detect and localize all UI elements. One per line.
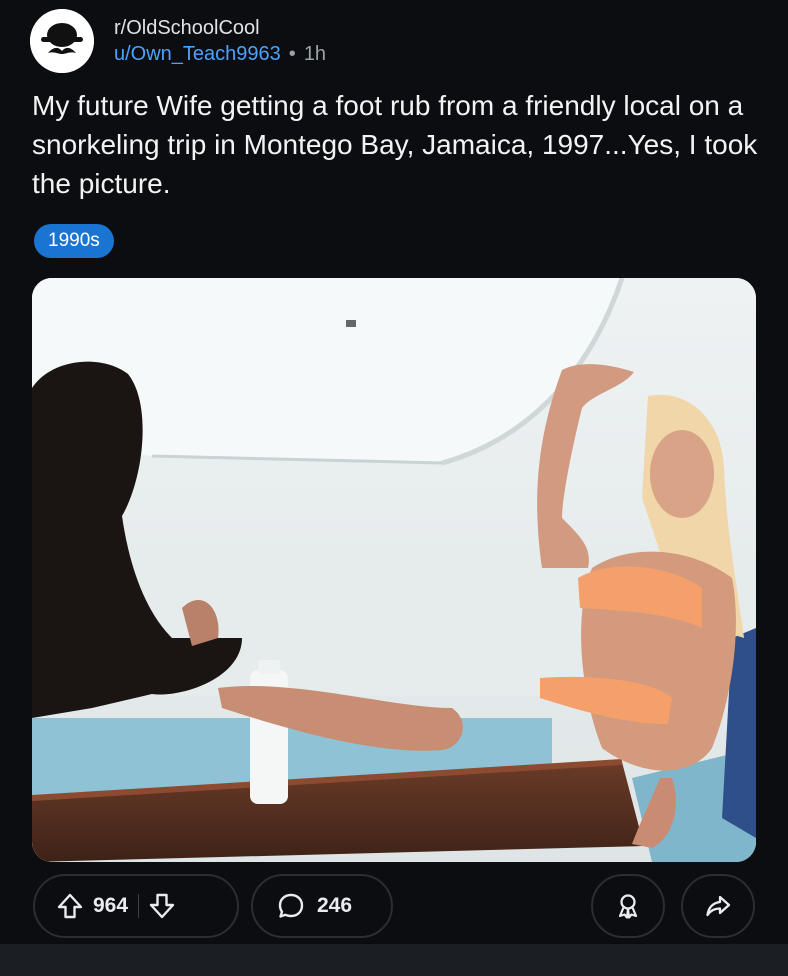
post-title[interactable]: My future Wife getting a foot rub from a… [32, 86, 762, 203]
post-age: 1h [303, 43, 327, 65]
bottom-navigation-strip [0, 944, 788, 976]
action-bar: 964 246 [33, 874, 755, 938]
subreddit-name[interactable]: r/OldSchoolCool [114, 15, 326, 41]
post-photo-illustration [32, 278, 756, 862]
author-line: u/Own_Teach9963 • 1h [114, 41, 326, 67]
post-header: r/OldSchoolCool u/Own_Teach9963 • 1h [30, 8, 770, 74]
subreddit-avatar[interactable] [30, 9, 94, 73]
vote-pill: 964 [33, 874, 239, 938]
award-icon [614, 892, 642, 920]
share-arrow-icon [704, 892, 732, 920]
award-button[interactable] [591, 874, 665, 938]
bowler-hat-mustache-icon [30, 9, 94, 73]
upvote-count: 964 [93, 894, 129, 917]
post-meta: r/OldSchoolCool u/Own_Teach9963 • 1h [114, 15, 326, 67]
arrow-up-icon[interactable] [57, 892, 83, 920]
vote-divider [138, 894, 140, 918]
meta-separator: • [288, 43, 296, 65]
comment-count: 246 [317, 894, 353, 917]
speech-bubble-icon [277, 892, 305, 920]
author-link[interactable]: u/Own_Teach9963 [114, 41, 281, 67]
comments-button[interactable]: 246 [251, 874, 393, 938]
post-image[interactable] [32, 278, 756, 862]
post-flair[interactable]: 1990s [34, 224, 114, 258]
share-button[interactable] [681, 874, 755, 938]
arrow-down-icon[interactable] [149, 892, 175, 920]
